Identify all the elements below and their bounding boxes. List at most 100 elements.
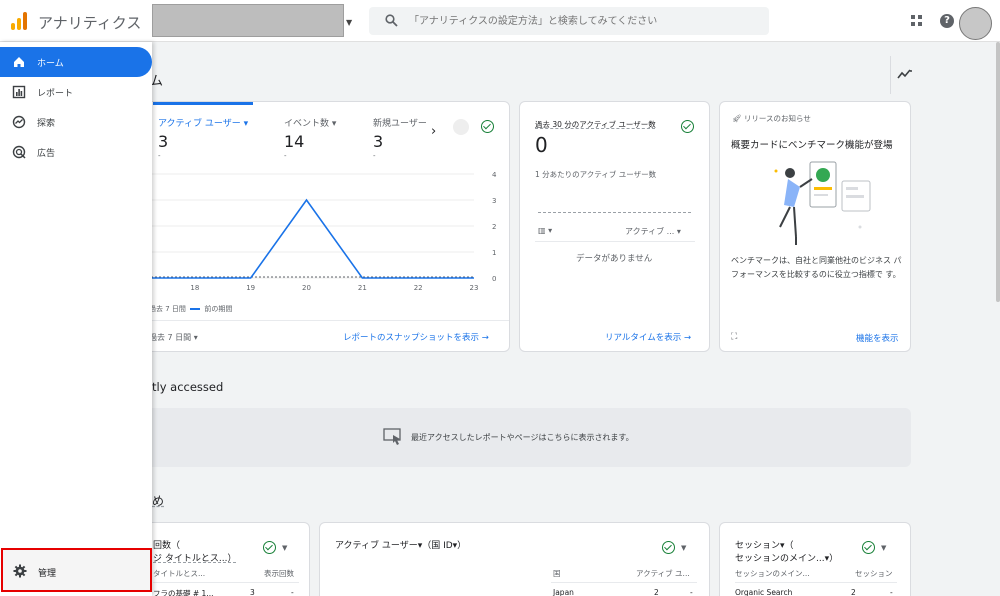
y-tick-label: 4: [492, 171, 497, 179]
sidebar-item-advertising[interactable]: 広告: [0, 137, 152, 167]
advertising-icon: [12, 145, 26, 159]
sidebar-item-label: レポート: [37, 89, 74, 99]
table-row-value: 2: [851, 588, 856, 596]
table-row-label[interactable]: Organic Search: [735, 588, 792, 596]
card-title-dimension[interactable]: ジ タイトルとス...）: [153, 551, 236, 564]
y-tick-label: 0: [492, 275, 496, 283]
chart-legend: 過去 7 日間 前の期間: [149, 304, 232, 314]
card-options-dropdown[interactable]: ▼: [282, 544, 287, 552]
check-circle-icon[interactable]: [263, 541, 276, 554]
realtime-value: 0: [535, 133, 548, 157]
sidebar-item-explore[interactable]: 探索: [0, 107, 152, 137]
help-icon[interactable]: ?: [940, 14, 954, 28]
view-realtime-link[interactable]: リアルタイムを表示 →: [605, 331, 691, 343]
page-scrollbar[interactable]: [996, 42, 1000, 302]
x-tick-label: 18: [190, 284, 199, 292]
bottom-card-country: アクティブ ユーザー▾（国 ID▾） ▼ 国 アクティブ ユ... Japan …: [319, 522, 710, 596]
metric-change: -: [373, 152, 376, 160]
sidebar-item-home[interactable]: ホーム: [0, 47, 152, 77]
suggestions-title: め: [152, 494, 165, 508]
table-row-label[interactable]: Japan: [553, 588, 574, 596]
realtime-title: 過去 30 分のアクティブ ユーザー数: [535, 120, 656, 129]
benchmark-illustration: [774, 161, 871, 245]
avatar[interactable]: [959, 7, 992, 40]
sidebar: ホーム レポート 探索 広告 管理: [0, 42, 152, 596]
column-header: セッション: [855, 569, 893, 578]
x-tick-label: 20: [302, 284, 311, 292]
metric-tab-new-users[interactable]: 新規ユーザー: [373, 116, 427, 129]
date-range-selector[interactable]: 過去 7 日間 ▾: [149, 332, 198, 343]
card-options-dropdown[interactable]: ▼: [881, 544, 886, 552]
release-card: 🚀︎ リリースのお知らせ 概要カードにベンチマーク機能が登場 ベンチマークは、自…: [719, 101, 911, 352]
check-circle-icon[interactable]: [681, 120, 694, 133]
series-line: [139, 198, 474, 279]
sidebar-item-reports[interactable]: レポート: [0, 77, 152, 107]
table-row-label[interactable]: フラの基礎 # 1...: [153, 588, 213, 596]
check-circle-icon[interactable]: [662, 541, 675, 554]
bottom-card-sessions: セッション▾（ セッションのメイン...▾） ▼ セッションのメイン... セッ…: [719, 522, 911, 596]
top-bar: アナリティクス ▼ ?: [0, 0, 1000, 42]
sidebar-item-label: 広告: [37, 149, 56, 159]
app-title[interactable]: アナリティクス: [38, 12, 141, 33]
card-options-dropdown[interactable]: ▼: [681, 544, 686, 552]
y-tick-label: 2: [492, 223, 496, 231]
column-header: タイトルとス...: [153, 569, 206, 578]
card-title[interactable]: アクティブ ユーザー▾（国 ID▾）: [335, 538, 466, 551]
metric-tab-event-count[interactable]: イベント数 ▾: [284, 116, 336, 129]
view-feature-link[interactable]: 機能を表示: [856, 332, 899, 344]
legend-dashed-swatch: [190, 308, 201, 310]
column-header: アクティブ ユ...: [636, 569, 690, 578]
compare-icon[interactable]: [453, 119, 469, 135]
realtime-card: 過去 30 分のアクティブ ユーザー数 0 1 分あたりのアクティブ ユーザー数…: [519, 101, 710, 352]
no-data-text: データがありません: [576, 254, 653, 264]
check-circle-icon[interactable]: [862, 541, 875, 554]
gear-icon: [13, 564, 27, 578]
x-tick-label: 22: [414, 284, 423, 292]
card-title[interactable]: セッション▾（: [735, 538, 794, 551]
bar-chart-icon: [12, 85, 26, 99]
active-tab-indicator: [153, 102, 253, 105]
y-tick-label: 3: [492, 197, 496, 205]
search-input[interactable]: [409, 7, 759, 35]
legend-current-period: 過去 7 日間: [149, 305, 186, 313]
chevron-right-icon[interactable]: ›: [431, 124, 436, 139]
pointer-screen-icon: [383, 428, 401, 445]
check-circle-icon[interactable]: [481, 120, 494, 133]
release-title: 概要カードにベンチマーク機能が登場: [731, 140, 893, 151]
metric-change: -: [284, 152, 287, 160]
metric-value: 14: [284, 132, 305, 151]
search-icon: [385, 14, 398, 27]
chevron-down-icon[interactable]: ▼: [346, 18, 352, 27]
view-snapshot-link[interactable]: レポートのスナップショットを表示 →: [343, 331, 489, 343]
metric-selector[interactable]: アクティブ ... ▾: [625, 226, 681, 237]
table-row-change: -: [890, 588, 893, 596]
apps-grid-icon[interactable]: [911, 15, 923, 27]
metric-value: 3: [373, 132, 384, 151]
x-tick-label: 19: [246, 284, 255, 292]
overview-line-chart: 4321018 19 20 21 22 23: [139, 171, 497, 292]
home-icon: [14, 57, 24, 67]
legend-prev-period: 前の期間: [204, 305, 233, 313]
expand-icon[interactable]: ⛶: [731, 332, 737, 342]
search-bar[interactable]: [369, 7, 769, 35]
table-row-change: -: [291, 588, 294, 596]
column-header: セッションのメイン...: [735, 569, 810, 578]
recent-empty-text: 最近アクセスしたレポートやページはこちらに表示されます。: [411, 433, 634, 442]
dimension-selector[interactable]: ▥ ▾: [538, 226, 552, 235]
release-heading: 🚀︎ リリースのお知らせ: [732, 114, 811, 123]
card-title-dimension[interactable]: セッションのメイン...▾）: [735, 551, 838, 564]
column-header: 国: [553, 569, 561, 578]
column-header: 表示回数: [264, 569, 294, 578]
card-title: 回数（: [153, 541, 181, 551]
insights-trend-icon[interactable]: [890, 56, 920, 94]
metric-change: -: [158, 152, 161, 160]
table-row-value: 3: [250, 588, 255, 596]
analytics-logo-icon[interactable]: [11, 12, 29, 30]
table-row-value: 2: [654, 588, 659, 596]
overview-card: アクティブ ユーザー ▾ 3 - イベント数 ▾ 14 - 新規ユーザー 3 -…: [130, 101, 510, 352]
recent-panel: 最近アクセスしたレポートやページはこちらに表示されます。: [130, 408, 911, 467]
sidebar-item-admin[interactable]: 管理: [1, 548, 152, 592]
metric-tab-active-users[interactable]: アクティブ ユーザー ▾: [158, 116, 248, 129]
account-selector[interactable]: [152, 4, 344, 37]
sidebar-item-label: 管理: [38, 569, 57, 579]
